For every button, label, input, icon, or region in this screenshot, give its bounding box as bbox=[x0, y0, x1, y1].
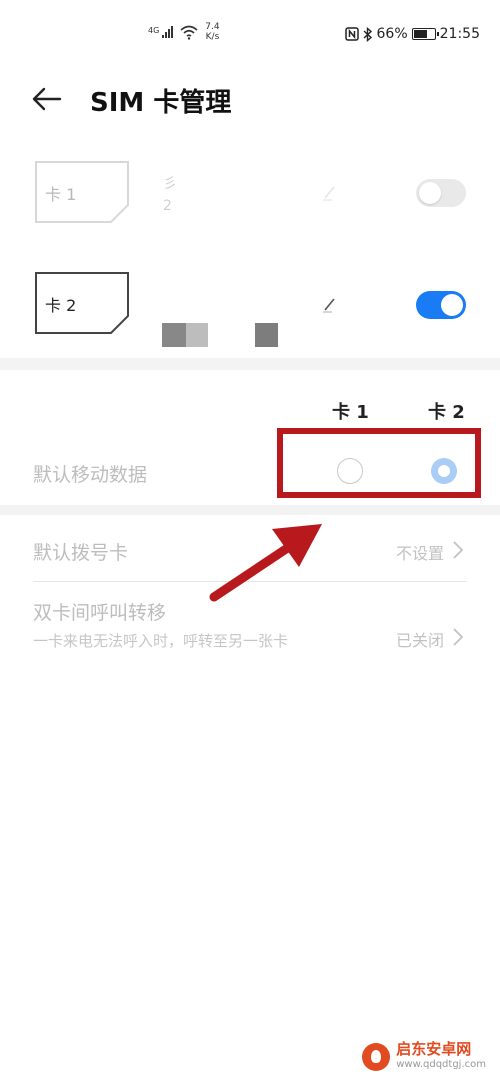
chevron-right-icon bbox=[453, 628, 464, 646]
battery-icon bbox=[411, 28, 439, 40]
call-forwarding-label: 双卡间呼叫转移 bbox=[33, 602, 167, 624]
sim-card-1-toggle[interactable] bbox=[416, 179, 466, 207]
column-header-card1: 卡 1 bbox=[332, 402, 369, 423]
watermark-url: www.qdqdtgj.com bbox=[396, 1059, 486, 1070]
watermark-name: 启东安卓网 bbox=[396, 1040, 472, 1058]
bluetooth-icon bbox=[363, 26, 372, 42]
call-forwarding-sublabel: 一卡来电无法呼入时，呼转至另一张卡 bbox=[33, 632, 289, 650]
page-title: SIM 卡管理 bbox=[90, 88, 232, 118]
sim-card-2-toggle[interactable] bbox=[416, 291, 466, 319]
edit-icon[interactable] bbox=[320, 182, 340, 202]
sim-card-2: 卡 2 bbox=[33, 270, 131, 336]
sim-card-1-info-line1: 彡 bbox=[163, 176, 177, 192]
default-dial-value: 不设置 bbox=[395, 544, 444, 563]
back-arrow-icon[interactable] bbox=[30, 84, 70, 114]
clock: 21:55 bbox=[439, 26, 480, 42]
nfc-icon bbox=[344, 27, 359, 41]
annotation-arrow bbox=[209, 524, 322, 602]
net-speed-value: 7.4 bbox=[205, 22, 220, 32]
redacted-block bbox=[186, 323, 208, 347]
redacted-block bbox=[255, 323, 278, 347]
status-right: 66% 21:55 bbox=[344, 26, 480, 42]
watermark-logo-icon bbox=[362, 1043, 391, 1071]
default-data-label: 默认移动数据 bbox=[33, 464, 148, 486]
sim-card-1-info-line2: 2 bbox=[163, 198, 172, 214]
redacted-block bbox=[162, 323, 186, 347]
sim-card-1: 卡 1 bbox=[33, 159, 131, 225]
call-forwarding-value: 已关闭 bbox=[395, 631, 444, 650]
net-speed: 7.4 K/s bbox=[205, 22, 219, 42]
status-left: 4G 7.4 K/s bbox=[148, 22, 220, 42]
wifi-icon bbox=[180, 25, 198, 40]
sim-card-2-label: 卡 2 bbox=[45, 296, 77, 315]
signal-icon: 4G bbox=[148, 26, 174, 38]
section-divider bbox=[0, 505, 500, 515]
watermark: 启东安卓网 www.qdqdtgj.com bbox=[362, 1042, 486, 1072]
default-dial-label: 默认拨号卡 bbox=[33, 542, 129, 564]
sim-card-1-label: 卡 1 bbox=[45, 185, 77, 204]
net-speed-unit: K/s bbox=[205, 32, 220, 42]
sim-card-1-info: 彡 2 bbox=[163, 173, 177, 217]
edit-icon[interactable] bbox=[320, 294, 340, 314]
battery-percent: 66% bbox=[376, 26, 408, 42]
highlight-box bbox=[277, 428, 481, 498]
toggle-knob bbox=[441, 294, 463, 316]
toggle-knob bbox=[419, 182, 441, 204]
chevron-right-icon bbox=[453, 541, 464, 559]
column-header-card2: 卡 2 bbox=[428, 402, 465, 423]
section-divider bbox=[0, 358, 500, 370]
